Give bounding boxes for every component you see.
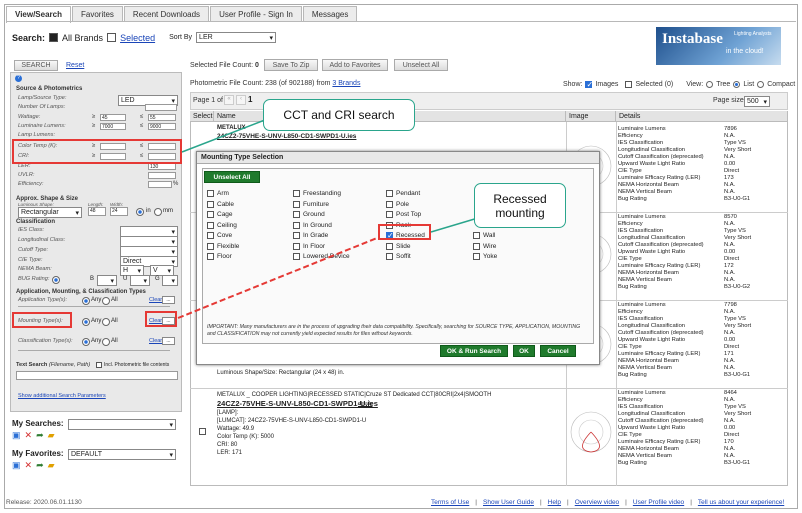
footer-link[interactable]: Tell us about your experience! — [698, 499, 784, 506]
separator: | — [625, 499, 627, 506]
footer-link[interactable]: User Profile video — [633, 499, 684, 506]
separator: | — [690, 499, 692, 506]
footer-links: Terms of Use | Show User Guide | Help | Overvi… — [431, 499, 784, 506]
footer-link[interactable]: Overview video — [575, 499, 619, 506]
footer: Release: 2020.06.01.1130 Terms of Use | Sh… — [6, 499, 796, 506]
annotation-arrows — [177, 117, 499, 319]
separator: | — [567, 499, 569, 506]
release-version: Release: 2020.06.01.1130 — [6, 499, 82, 506]
callout-recessed: Recessed mounting — [474, 183, 566, 228]
footer-link[interactable]: Help — [548, 499, 561, 506]
separator: | — [475, 499, 477, 506]
footer-link[interactable]: Show User Guide — [483, 499, 534, 506]
callout-cct-cri: CCT and CRI search — [263, 99, 415, 131]
footer-link[interactable]: Terms of Use — [431, 499, 469, 506]
separator: | — [539, 499, 542, 506]
